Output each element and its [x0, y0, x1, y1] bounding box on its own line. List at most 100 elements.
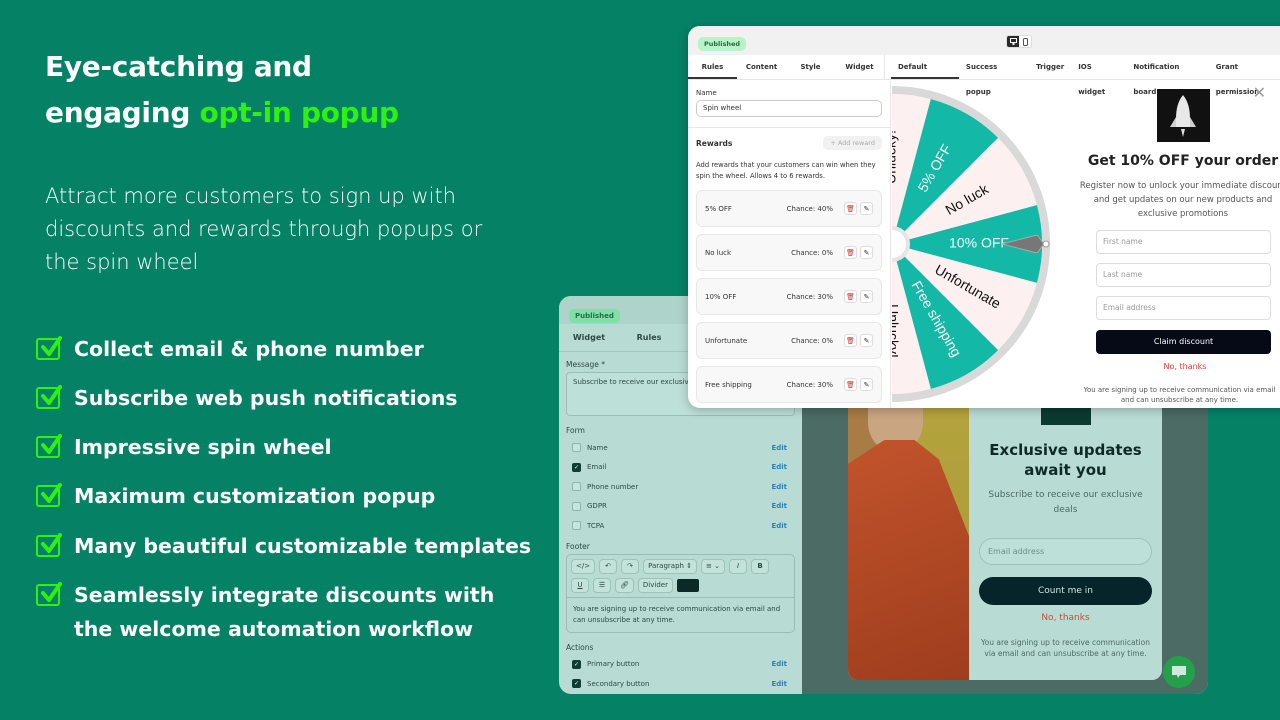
edit-icon[interactable]: ✎	[860, 246, 873, 259]
popup-preview-card: Exclusive updates await you Subscribe to…	[848, 400, 1162, 680]
reward-chance: Chance: 40%	[786, 204, 833, 213]
no-thanks-link[interactable]: No, thanks	[979, 613, 1152, 623]
list-icon[interactable]: ☰	[593, 577, 611, 593]
checkbox-check-icon	[36, 582, 62, 606]
rewards-title: Rewards	[696, 138, 733, 148]
reward-chance: Chance: 30%	[786, 292, 833, 301]
tab-trigger[interactable]: Trigger	[1029, 55, 1071, 79]
hero-subtitle: Attract more customers to sign up with d…	[45, 184, 483, 274]
rules-panel: Name Spin wheel Rewards + Add reward Add…	[688, 81, 891, 408]
edit-link[interactable]: Edit	[771, 444, 787, 452]
status-badge: Published	[569, 309, 620, 323]
tab-rules[interactable]: Rules	[619, 324, 679, 351]
color-swatch[interactable]	[676, 578, 699, 592]
form-field-label: GDPR	[587, 502, 607, 511]
popup-footer: You are signing up to receive communicat…	[981, 638, 1150, 658]
checkbox[interactable]	[572, 521, 581, 531]
trash-icon[interactable]: 🗑︎	[844, 202, 857, 215]
tab-rules[interactable]: Rules	[688, 55, 737, 79]
editor-tabs: Rules Content Style Widget Default popup…	[688, 55, 1280, 96]
reward-name: 5% OFF	[705, 204, 732, 213]
edit-icon[interactable]: ✎	[860, 202, 873, 215]
rocket-icon	[1169, 95, 1196, 137]
tab-notification-board[interactable]: Notification board	[1126, 55, 1208, 96]
feature-text: Many beautiful customizable templates	[74, 534, 532, 558]
hero-title-line1: Eye-catching and	[45, 50, 312, 83]
checkbox-checked[interactable]: ✓	[572, 462, 581, 472]
reward-chance: Chance: 0%	[791, 336, 833, 345]
undo-icon[interactable]: ↶	[599, 558, 618, 574]
trash-icon[interactable]: 🗑︎	[844, 334, 857, 347]
checkbox-checked[interactable]: ✓	[572, 659, 581, 669]
name-label: Name	[696, 89, 717, 97]
redo-icon[interactable]: ↷	[621, 558, 640, 574]
tab-success-popup[interactable]: Success popup	[959, 55, 1029, 96]
popup-footer: You are signing up to receive communicat…	[1083, 386, 1276, 404]
tab-default-popup[interactable]: Default popup	[891, 55, 959, 96]
action-label: Secondary button	[587, 679, 650, 688]
edit-link[interactable]: Edit	[771, 502, 787, 510]
edit-link[interactable]: Edit	[771, 522, 787, 530]
tab-widget[interactable]: Widget	[835, 55, 884, 79]
popup-description: Register now to unlock your immediate di…	[1079, 181, 1280, 219]
mobile-icon[interactable]	[1019, 36, 1031, 47]
checkbox-checked[interactable]: ✓	[572, 679, 581, 689]
editor-toolbar: </> ↶ ↷ Paragraph ⇕ ≡ ⌄ I B U ☰ 🔗︎ Divid…	[567, 555, 794, 597]
chat-icon	[1172, 666, 1186, 678]
email-input[interactable]: Email address	[1096, 296, 1271, 320]
link-icon[interactable]: 🔗︎	[615, 577, 634, 593]
trash-icon[interactable]: 🗑︎	[844, 290, 857, 303]
edit-icon[interactable]: ✎	[860, 290, 873, 303]
edit-link[interactable]: Edit	[771, 660, 787, 668]
feature-text: Impressive spin wheel	[74, 435, 332, 459]
divider-button[interactable]: Divider	[637, 577, 673, 593]
italic-button[interactable]: I	[729, 558, 748, 574]
checkbox[interactable]	[572, 443, 581, 453]
edit-link[interactable]: Edit	[771, 463, 787, 471]
edit-link[interactable]: Edit	[771, 680, 787, 688]
device-toggle	[1006, 35, 1032, 48]
code-icon[interactable]: </>	[571, 558, 596, 574]
form-field-row: TCPA Edit	[566, 516, 795, 536]
rocket-logo	[1156, 89, 1210, 142]
trash-icon[interactable]: 🗑︎	[844, 246, 857, 259]
spin-wheel[interactable]: Unlucky! 5% OFF No luck 10% OFF Unfortunate F…	[892, 81, 1092, 408]
checkbox[interactable]	[572, 501, 581, 511]
count-me-in-button[interactable]: Count me in	[979, 577, 1152, 605]
trash-icon[interactable]: 🗑︎	[844, 378, 857, 391]
close-icon[interactable]: ✕	[1253, 83, 1266, 102]
last-name-input[interactable]: Last name	[1096, 263, 1271, 287]
popup-title: Get 10% OFF your order	[1087, 153, 1279, 169]
first-name-input[interactable]: First name	[1096, 230, 1271, 254]
paragraph-select[interactable]: Paragraph ⇕	[643, 558, 698, 574]
desktop-icon[interactable]	[1007, 36, 1019, 47]
feature-item: Maximum customization popup	[36, 479, 531, 513]
claim-discount-button[interactable]: Claim discount	[1096, 330, 1271, 354]
checkbox[interactable]	[572, 482, 581, 492]
hero-title-line2: engaging	[45, 96, 200, 129]
spin-wheel-editor-window: Published Rules Content Style Widget Def…	[688, 26, 1280, 408]
tab-widget[interactable]: Widget	[559, 324, 619, 351]
form-field-row: Phone number Edit	[566, 477, 795, 497]
align-icon[interactable]: ≡ ⌄	[701, 558, 726, 574]
no-thanks-link[interactable]: No, thanks	[1082, 362, 1280, 371]
form-field-row: Name Edit	[566, 438, 795, 458]
footer-text-input[interactable]: You are signing up to receive communicat…	[567, 596, 794, 632]
bold-button[interactable]: B	[751, 558, 770, 574]
chat-button[interactable]	[1163, 656, 1195, 688]
reward-row: 10% OFF Chance: 30% 🗑︎ ✎	[696, 278, 882, 315]
underline-button[interactable]: U	[571, 577, 589, 593]
feature-list: Collect email & phone number Subscribe w…	[36, 332, 531, 661]
edit-link[interactable]: Edit	[771, 483, 787, 491]
feature-text: Maximum customization popup	[74, 484, 436, 508]
email-input[interactable]: Email address	[979, 538, 1152, 565]
tab-content[interactable]: Content	[737, 55, 786, 79]
edit-icon[interactable]: ✎	[860, 334, 873, 347]
edit-icon[interactable]: ✎	[860, 378, 873, 391]
tab-grant-permission[interactable]: Grant permission	[1209, 55, 1280, 96]
name-input[interactable]: Spin wheel	[696, 100, 882, 117]
tab-ios-widget[interactable]: IOS widget	[1071, 55, 1126, 96]
add-reward-button[interactable]: + Add reward	[823, 136, 882, 150]
popup-body: Exclusive updates await you Subscribe to…	[969, 400, 1162, 680]
tab-style[interactable]: Style	[786, 55, 835, 79]
